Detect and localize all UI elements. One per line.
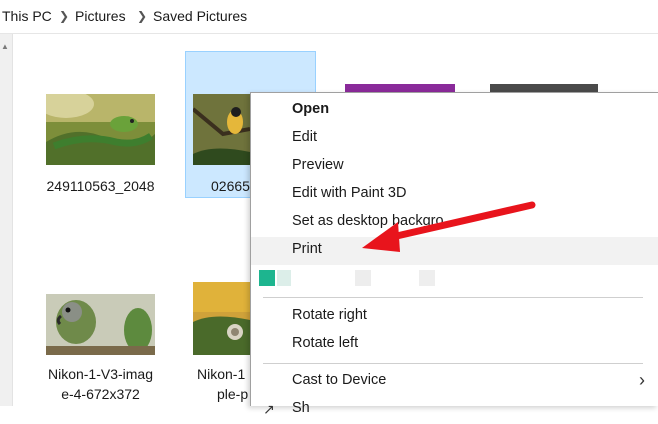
lizard-photo-icon bbox=[46, 94, 155, 165]
menu-item-preview[interactable]: Preview bbox=[251, 153, 658, 181]
menu-item-rotate-left[interactable]: Rotate left bbox=[251, 331, 658, 359]
menu-item-label: Rotate left bbox=[292, 335, 359, 351]
breadcrumb-pictures[interactable]: Pictures bbox=[75, 8, 126, 24]
menu-item-rotate-right[interactable]: Rotate right bbox=[251, 303, 658, 331]
breadcrumb-this-pc[interactable]: This PC bbox=[2, 8, 52, 24]
address-bar[interactable]: This PC ❯ Pictures ❯ Saved Pictures bbox=[0, 0, 658, 34]
menu-item-share[interactable]: ↗ Sh bbox=[251, 396, 658, 424]
vertical-scrollbar[interactable]: ▲ bbox=[0, 34, 13, 406]
photo-thumbnail[interactable] bbox=[193, 282, 250, 355]
menu-item-label: Set as desktop backgro bbox=[292, 213, 444, 229]
chevron-right-icon: › bbox=[639, 370, 645, 390]
menu-item-label: Rotate right bbox=[292, 307, 367, 323]
menu-item-print[interactable]: Print bbox=[251, 237, 658, 265]
photo-thumbnail[interactable] bbox=[46, 94, 155, 165]
file-name: Nikon-1-V3-imag bbox=[47, 366, 154, 382]
menu-item-label: Sh bbox=[292, 400, 310, 416]
file-name: Nikon-1 bbox=[197, 366, 246, 382]
photo-thumbnail[interactable] bbox=[46, 294, 155, 355]
photo-thumbnail[interactable] bbox=[193, 94, 250, 165]
file-name: 02665 bbox=[211, 178, 250, 194]
scroll-up-arrow-icon[interactable]: ▲ bbox=[1, 42, 9, 51]
context-menu: Open Edit Preview Edit with Paint 3D Set… bbox=[250, 92, 658, 417]
chevron-right-icon: ❯ bbox=[137, 9, 148, 23]
menu-item-label: Edit with Paint 3D bbox=[292, 185, 407, 201]
menu-separator bbox=[263, 363, 643, 364]
menu-separator bbox=[263, 297, 643, 298]
menu-item-label: Preview bbox=[292, 157, 344, 173]
menu-item-edit[interactable]: Edit bbox=[251, 125, 658, 153]
app-icon bbox=[355, 270, 371, 286]
parrot-photo-icon bbox=[46, 294, 155, 355]
menu-item-label: Open bbox=[292, 101, 330, 117]
menu-item-app-icons-row[interactable] bbox=[251, 265, 658, 293]
chevron-right-icon: ❯ bbox=[59, 9, 70, 23]
file-name: 249110563_2048 bbox=[46, 178, 155, 194]
menu-item-label: Edit bbox=[292, 129, 317, 145]
app-icon bbox=[419, 270, 435, 286]
breadcrumb-saved-pictures[interactable]: Saved Pictures bbox=[153, 8, 247, 24]
menu-item-set-as-desktop-background[interactable]: Set as desktop backgro bbox=[251, 209, 658, 237]
file-name-line-2: ple-p bbox=[217, 386, 249, 402]
menu-item-edit-with-paint-3d[interactable]: Edit with Paint 3D bbox=[251, 181, 658, 209]
app-icon bbox=[259, 270, 275, 286]
file-name-line-2: e-4-672x372 bbox=[61, 386, 140, 402]
bird-photo-icon bbox=[193, 94, 250, 165]
share-icon: ↗ bbox=[263, 401, 275, 417]
app-icon bbox=[277, 270, 291, 286]
menu-item-cast-to-device[interactable]: Cast to Device › bbox=[251, 368, 658, 396]
menu-item-open[interactable]: Open bbox=[251, 97, 658, 125]
snail-photo-icon bbox=[193, 282, 250, 355]
menu-item-label: Print bbox=[292, 241, 322, 257]
menu-item-label: Cast to Device bbox=[292, 372, 387, 388]
